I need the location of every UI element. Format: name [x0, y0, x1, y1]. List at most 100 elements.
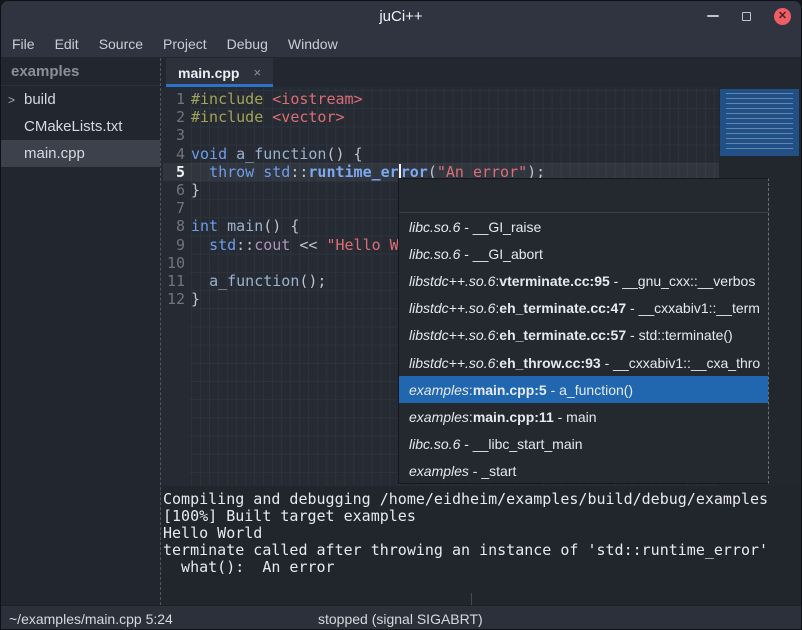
- backtrace-file: eh_terminate.cc:47: [499, 300, 626, 316]
- line-number: 7: [161, 199, 185, 217]
- backtrace-item[interactable]: libc.so.6 - __GI_raise: [399, 213, 768, 240]
- sidebar-item-main-cpp[interactable]: main.cpp: [1, 140, 160, 167]
- backtrace-item[interactable]: libstdc++.so.6:vterminate.cc:95 - __gnu_…: [399, 267, 768, 294]
- code-text: }: [191, 181, 200, 199]
- backtrace-lib: examples: [409, 409, 469, 425]
- backtrace-lib: libc.so.6: [409, 219, 460, 235]
- code-text: }: [191, 290, 200, 308]
- backtrace-lib: libstdc++.so.6: [409, 300, 495, 316]
- backtrace-lib: examples: [409, 382, 469, 398]
- file-tree: >build CMakeLists.txt main.cpp: [1, 86, 160, 167]
- token-pl: [227, 145, 236, 163]
- backtrace-func: - __GI_raise: [460, 219, 541, 235]
- token-kw: std: [209, 236, 236, 254]
- token-kwb: runtime_er: [308, 163, 398, 181]
- backtrace-item[interactable]: examples:main.cpp:11 - main: [399, 403, 768, 430]
- code-line: 2#include <vector>: [161, 108, 721, 126]
- backtrace-item[interactable]: libc.so.6 - __libc_start_main: [399, 431, 768, 458]
- line-number: 4: [161, 145, 185, 163]
- backtrace-lib: libstdc++.so.6: [409, 355, 495, 371]
- line-number: 12: [161, 290, 185, 308]
- backtrace-item[interactable]: examples:main.cpp:5 - a_function(): [399, 376, 768, 403]
- minimize-icon[interactable]: [707, 15, 719, 17]
- token-pl: [263, 108, 272, 126]
- tab-main-cpp[interactable]: main.cpp×: [166, 58, 273, 87]
- file-label: build: [24, 91, 56, 108]
- menu-debug[interactable]: Debug: [217, 31, 278, 57]
- menu-file[interactable]: File: [2, 31, 45, 57]
- backtrace-file: main.cpp:11: [473, 409, 554, 425]
- code-line: 4 void a_function() {: [161, 145, 721, 163]
- backtrace-func: - __libc_start_main: [460, 436, 582, 452]
- backtrace-popup-header: [399, 179, 768, 213]
- menu-source[interactable]: Source: [89, 31, 153, 57]
- line-number: 8: [161, 217, 185, 235]
- backtrace-item[interactable]: libstdc++.so.6:eh_terminate.cc:47 - __cx…: [399, 295, 768, 322]
- code-text: #include <iostream>: [191, 90, 363, 108]
- token-pl: () {: [263, 217, 299, 235]
- sidebar-item-cmakelists-txt[interactable]: CMakeLists.txt: [1, 113, 160, 140]
- window-title: juCi++: [379, 8, 422, 25]
- token-pl: [254, 163, 263, 181]
- token-pl: }: [191, 290, 200, 308]
- sidebar-item-build[interactable]: >build: [1, 86, 160, 113]
- terminal-line: Compiling and debugging /home/eidheim/ex…: [163, 490, 801, 507]
- token-kw: throw: [209, 163, 254, 181]
- backtrace-item[interactable]: libc.so.6 - __GI_abort: [399, 240, 768, 267]
- terminal-line: what(): An error: [163, 558, 801, 575]
- backtrace-lib: libc.so.6: [409, 246, 460, 262]
- backtrace-lib: libc.so.6: [409, 436, 460, 452]
- backtrace-file: main.cpp:5: [473, 382, 547, 398]
- minimap[interactable]: [720, 89, 799, 156]
- menu-edit[interactable]: Edit: [45, 31, 89, 57]
- code-text: void a_function() {: [191, 145, 363, 163]
- file-label: CMakeLists.txt: [24, 118, 122, 135]
- terminal-line: [100%] Built target examples: [163, 507, 801, 524]
- code-line: 3: [161, 126, 721, 144]
- token-fn: main: [227, 217, 263, 235]
- code-line: 1#include <iostream>: [161, 90, 721, 108]
- status-bar: ~/examples/main.cpp 5:24 stopped (signal…: [1, 605, 801, 630]
- backtrace-func: - _start: [469, 463, 516, 479]
- token-pl: ();: [299, 272, 326, 290]
- menu-project[interactable]: Project: [153, 31, 217, 57]
- line-number: 3: [161, 126, 185, 144]
- token-pl: <<: [290, 236, 326, 254]
- backtrace-popup: libc.so.6 - __GI_raiselibc.so.6 - __GI_a…: [398, 178, 769, 484]
- backtrace-item[interactable]: examples - _start: [399, 458, 768, 485]
- token-kw: std: [263, 163, 290, 181]
- token-pl: [191, 272, 209, 290]
- code-text: int main() {: [191, 217, 299, 235]
- close-icon[interactable]: ✕: [774, 8, 791, 25]
- code-text: a_function();: [191, 272, 326, 290]
- backtrace-func: - std::terminate(): [626, 327, 733, 343]
- code-text: std::cout << "Hello W: [191, 236, 399, 254]
- chevron-right-icon[interactable]: >: [8, 93, 24, 107]
- project-name-header: examples: [1, 58, 160, 86]
- token-kw: int: [191, 217, 218, 235]
- token-str: "Hello W: [326, 236, 398, 254]
- line-number: 9: [161, 236, 185, 254]
- terminal-output[interactable]: Compiling and debugging /home/eidheim/ex…: [161, 486, 801, 605]
- restore-icon[interactable]: [742, 12, 751, 21]
- backtrace-func: - a_function(): [547, 382, 633, 398]
- juci-window: juCi++ ✕ FileEditSourceProjectDebugWindo…: [0, 0, 802, 630]
- backtrace-lib: examples: [409, 463, 469, 479]
- token-pl: ::: [290, 163, 308, 181]
- token-str: <iostream>: [272, 90, 362, 108]
- file-label: main.cpp: [24, 145, 85, 162]
- menu-window[interactable]: Window: [278, 31, 348, 57]
- backtrace-func: - __GI_abort: [460, 246, 543, 262]
- token-pl: [191, 236, 209, 254]
- cursor-location-status: ~/examples/main.cpp 5:24: [9, 611, 173, 627]
- backtrace-item[interactable]: libstdc++.so.6:eh_throw.cc:93 - __cxxabi…: [399, 349, 768, 376]
- title-bar[interactable]: juCi++ ✕: [1, 1, 801, 31]
- backtrace-list: libc.so.6 - __GI_raiselibc.so.6 - __GI_a…: [399, 213, 768, 485]
- token-pl: [218, 217, 227, 235]
- debug-status: stopped (signal SIGABRT): [318, 611, 483, 627]
- token-pl: [263, 90, 272, 108]
- terminal-line: terminate called after throwing an insta…: [163, 541, 801, 558]
- backtrace-func: - __gnu_cxx::__verbos: [610, 273, 756, 289]
- backtrace-item[interactable]: libstdc++.so.6:eh_terminate.cc:57 - std:…: [399, 322, 768, 349]
- tab-close-icon[interactable]: ×: [253, 65, 261, 80]
